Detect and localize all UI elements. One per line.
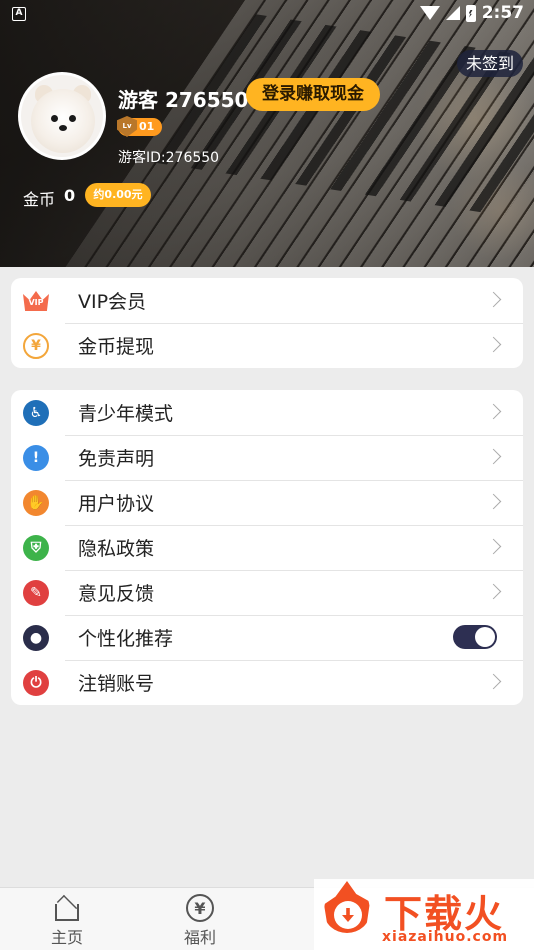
chevron-right-icon bbox=[485, 673, 502, 690]
personalized-recommendation-toggle[interactable] bbox=[453, 625, 497, 649]
coins-value: 0 bbox=[64, 186, 76, 205]
checkin-button[interactable]: 未签到 bbox=[457, 50, 523, 77]
toggle-knob bbox=[475, 627, 495, 647]
menu-item-label: 个性化推荐 bbox=[78, 628, 174, 650]
shield-lock-icon: ⛨ bbox=[23, 535, 49, 561]
level-number: 01 bbox=[139, 120, 155, 133]
nav-label: 福利 bbox=[183, 928, 216, 947]
dog-face bbox=[31, 89, 95, 153]
coins-approx-badge: 约0.00元 bbox=[85, 183, 151, 207]
menu-item-personalized-recommendation: ● 个性化推荐 bbox=[11, 615, 523, 660]
settings-card: ♿ 青少年模式 ! 免责声明 ✋ 用户协议 ⛨ 隐私政策 ✎ 意见反馈 ● 个性… bbox=[11, 390, 523, 705]
watermark-logo-icon bbox=[320, 881, 376, 941]
yen-circle: ¥ bbox=[186, 894, 214, 922]
nav-label: 主页 bbox=[50, 928, 83, 947]
menu-item-label: 意见反馈 bbox=[78, 583, 155, 605]
child-icon: ♿ bbox=[23, 400, 49, 426]
menu-item-label: 用户协议 bbox=[78, 493, 155, 515]
chevron-right-icon bbox=[485, 538, 502, 555]
signal-icon bbox=[445, 6, 460, 20]
notification-icon: A bbox=[12, 7, 26, 21]
battery-charging-icon bbox=[465, 4, 476, 22]
vip-crown-icon: VIP bbox=[23, 288, 49, 314]
menu-item-label: 注销账号 bbox=[78, 673, 155, 695]
menu-item-withdraw[interactable]: ¥ 金币提现 bbox=[11, 323, 523, 368]
home-base bbox=[55, 904, 79, 921]
menu-item-feedback[interactable]: ✎ 意见反馈 bbox=[11, 570, 523, 615]
menu-item-privacy-policy[interactable]: ⛨ 隐私政策 bbox=[11, 525, 523, 570]
home-icon bbox=[52, 894, 82, 922]
wallet-card: VIP VIP会员 ¥ 金币提现 bbox=[11, 278, 523, 368]
yen-circle-icon: ¥ bbox=[185, 894, 215, 922]
dog-eye-left bbox=[51, 115, 58, 122]
menu-item-user-agreement[interactable]: ✋ 用户协议 bbox=[11, 480, 523, 525]
chevron-right-icon bbox=[485, 291, 502, 308]
person-icon: ● bbox=[23, 625, 49, 651]
nav-item-welfare[interactable]: ¥ 福利 bbox=[170, 894, 230, 948]
watermark: 下载火 xiazaihuo.com bbox=[314, 879, 534, 950]
chevron-right-icon bbox=[485, 493, 502, 510]
watermark-url: xiazaihuo.com bbox=[382, 929, 509, 945]
menu-item-vip[interactable]: VIP VIP会员 bbox=[11, 278, 523, 323]
menu-item-label: 青少年模式 bbox=[78, 403, 174, 425]
nav-item-home[interactable]: 主页 bbox=[37, 894, 97, 948]
menu-item-label: VIP会员 bbox=[78, 291, 147, 313]
edit-note-icon: ✎ bbox=[23, 580, 49, 606]
status-bar: A 2:57 bbox=[0, 0, 534, 30]
menu-item-delete-account[interactable]: ⏻ 注销账号 bbox=[11, 660, 523, 705]
menu-item-label: 隐私政策 bbox=[78, 538, 155, 560]
guest-id: 游客ID:276550 bbox=[118, 150, 220, 166]
clock: 2:57 bbox=[481, 3, 524, 23]
dog-eye-right bbox=[69, 115, 76, 122]
status-right: 2:57 bbox=[419, 3, 524, 23]
chevron-right-icon bbox=[485, 403, 502, 420]
level-badge: Lv 01 bbox=[117, 116, 162, 137]
handshake-icon: ✋ bbox=[23, 490, 49, 516]
menu-item-teen-mode[interactable]: ♿ 青少年模式 bbox=[11, 390, 523, 435]
menu-item-label: 金币提现 bbox=[78, 336, 155, 358]
chevron-right-icon bbox=[485, 583, 502, 600]
exclamation-icon: ! bbox=[23, 445, 49, 471]
chevron-right-icon bbox=[485, 336, 502, 353]
power-icon: ⏻ bbox=[23, 670, 49, 696]
coin-yen-icon: ¥ bbox=[23, 333, 49, 359]
vip-crown-shape: VIP bbox=[23, 291, 49, 311]
menu-item-label: 免责声明 bbox=[78, 448, 155, 470]
wifi-icon bbox=[419, 6, 440, 20]
chevron-right-icon bbox=[485, 448, 502, 465]
menu-item-disclaimer[interactable]: ! 免责声明 bbox=[11, 435, 523, 480]
avatar[interactable] bbox=[18, 72, 106, 160]
login-earn-cash-button[interactable]: 登录赚取现金 bbox=[246, 78, 380, 111]
coins-label: 金币 bbox=[23, 190, 56, 209]
username: 游客 276550 bbox=[118, 88, 249, 112]
profile-header: A 2:57 未签到 游客 276550 登录赚取现金 Lv 01 游客ID:2… bbox=[0, 0, 534, 267]
dog-nose bbox=[59, 125, 67, 131]
